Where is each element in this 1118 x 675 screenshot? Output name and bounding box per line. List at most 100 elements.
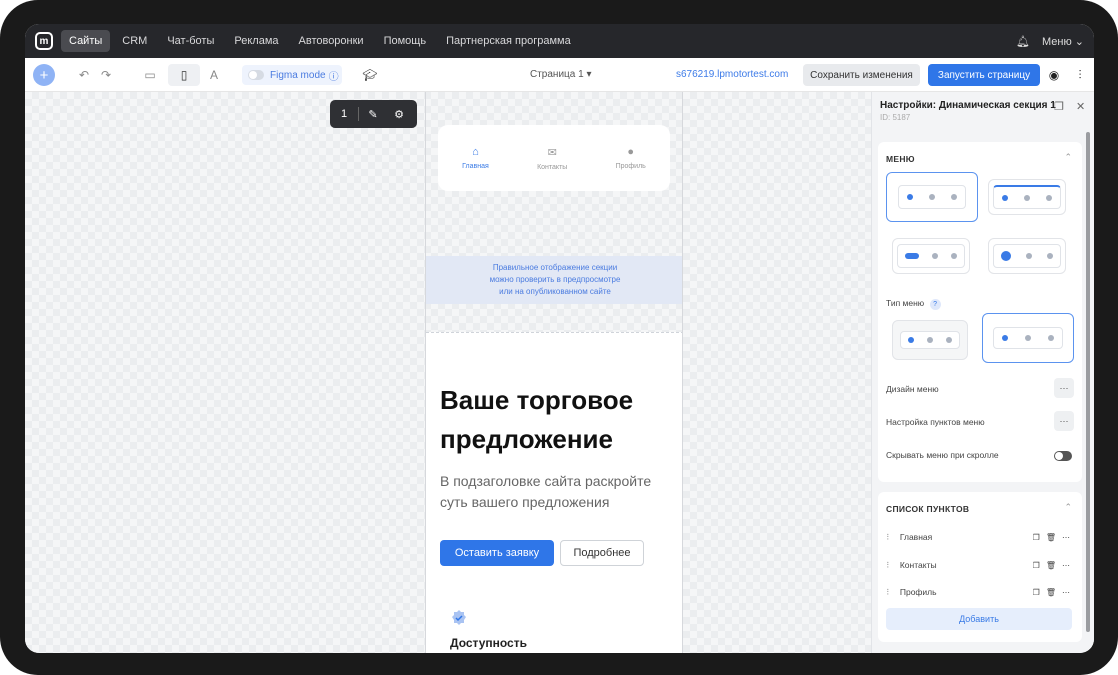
nav-chatbots[interactable]: Чат-боты [159,30,222,52]
nav-help[interactable]: Помощь [376,30,435,52]
top-navigation: m Сайты CRM Чат-боты Реклама Автоворонки… [25,24,1094,58]
close-icon[interactable]: ✕ [1076,100,1085,113]
notice-line: или на опубликованном сайте [499,287,611,296]
request-button[interactable]: Оставить заявку [440,540,554,566]
preview-menu: ⌂ Главная ✉ Контакты ● Профиль [438,125,670,191]
home-icon: ⌂ [472,146,479,158]
preview-menu-item-home[interactable]: ⌂ Главная [462,146,489,170]
page-selector[interactable]: Страница 1 ▾ [530,69,591,80]
save-changes-button[interactable]: Сохранить изменения [803,64,920,86]
items-list-card: СПИСОК ПУНКТОВ ⌃ ⠇ Главная ❐🗑︎⋯ ⠇ Контак… [878,492,1082,642]
design-menu-label: Дизайн меню [886,384,939,394]
nav-autofunnels[interactable]: Автоворонки [291,30,372,52]
chevron-up-icon[interactable]: ⌃ [1064,502,1072,513]
academy-icon[interactable]: 🎓︎ [361,66,379,84]
hero-heading[interactable]: Ваше торговое предложение [440,381,675,459]
list-item-actions[interactable]: ❐🗑︎⋯ [1033,533,1076,542]
nav-sites[interactable]: Сайты [61,30,111,52]
figma-switch[interactable] [248,70,264,80]
mobile-preview: ⌂ Главная ✉ Контакты ● Профиль Правильно… [425,92,683,653]
section-id: ID: 5187 [880,113,911,122]
page-label: Страница 1 [530,69,584,80]
panel-scrollbar[interactable] [1086,132,1090,632]
drag-handle-icon[interactable]: ⠇ [886,561,892,570]
nav-partner[interactable]: Партнерская программа [438,30,579,52]
mobile-view-icon[interactable]: ▯ [168,64,200,86]
list-section-heading: СПИСОК ПУНКТОВ [886,504,970,514]
menu-style-option-1[interactable] [886,172,978,222]
feature-title: Доступность [450,636,527,650]
copy-icon[interactable]: ❐ [1054,100,1064,113]
items-setup-label: Настройка пунктов меню [886,417,985,427]
text-style-icon[interactable]: A [205,66,223,84]
menu-type-label: Тип меню ? [886,298,941,310]
settings-sliders-icon[interactable]: ⫶ [1071,66,1089,84]
settings-panel: Настройки: Динамическая секция 1 ID: 518… [871,92,1094,653]
menu-item-label: Контакты [537,163,568,171]
editor-toolbar: + ↶ ↷ ▭ ▯ A Figma mode ⓘ 🎓︎ Страница 1 ▾… [25,58,1094,92]
screen: m Сайты CRM Чат-боты Реклама Автоворонки… [25,24,1094,653]
menu-style-option-2[interactable] [988,179,1066,215]
eye-icon[interactable]: ◉ [1045,66,1063,84]
hide-on-scroll-toggle[interactable] [1054,451,1072,461]
nav-ads[interactable]: Реклама [226,30,286,52]
figma-label: Figma mode [270,69,326,81]
notice-line: Правильное отображение секции [492,263,618,272]
help-icon[interactable]: ? [929,299,941,310]
menu-label: Меню [1041,35,1072,48]
user-icon: ● [627,146,635,158]
editor-canvas[interactable]: 1 ✎ ⚙ ⌂ Главная ✉ Контакты ● Профиль Пра… [25,92,871,653]
launch-page-button[interactable]: Запустить страницу [928,64,1040,86]
add-block-button[interactable]: + [33,64,55,86]
add-item-button[interactable]: Добавить [886,608,1072,630]
redo-icon[interactable]: ↷ [97,66,115,84]
section-floating-toolbar: 1 ✎ ⚙ [330,100,417,128]
list-item-label: Профиль [899,587,937,597]
drag-handle-icon[interactable]: ⠇ [886,533,892,542]
figma-mode-toggle[interactable]: Figma mode ⓘ [242,65,342,85]
undo-icon[interactable]: ↶ [75,66,93,84]
info-icon: ⓘ [328,71,339,83]
more-button[interactable]: Подробнее [560,540,644,566]
list-item[interactable]: ⠇ Главная ❐🗑︎⋯ [886,528,1076,546]
app-logo[interactable]: m [35,32,53,50]
list-item-actions[interactable]: ❐🗑︎⋯ [1033,588,1076,597]
list-item[interactable]: ⠇ Контакты ❐🗑︎⋯ [886,556,1076,574]
nav-crm[interactable]: CRM [114,30,155,52]
hide-on-scroll-label: Скрывать меню при скролле [886,450,999,460]
preview-notice: Правильное отображение секции можно пров… [426,256,682,304]
preview-menu-item-profile[interactable]: ● Профиль [616,146,646,170]
list-item[interactable]: ⠇ Профиль ❐🗑︎⋯ [886,583,1076,601]
check-badge-icon [452,610,466,625]
items-setup-button[interactable]: ⋯ [1054,411,1074,431]
site-hero-section[interactable]: Ваше торговое предложение В подзаголовке… [426,332,682,653]
chevron-up-icon[interactable]: ⌃ [1064,152,1072,163]
mail-icon: ✉ [547,146,557,159]
menu-item-label: Профиль [615,163,646,170]
menu-type-option-2[interactable] [982,313,1074,363]
edit-icon[interactable]: ✎ [359,108,387,121]
desktop-view-icon[interactable]: ▭ [141,66,159,84]
notice-line: можно проверить в предпросмотре [489,275,621,284]
hero-subheading[interactable]: В подзаголовке сайта раскройте суть ваше… [440,471,675,513]
menu-style-option-4[interactable] [988,238,1066,274]
site-url-link[interactable]: s676219.lpmotortest.com [676,69,788,80]
menu-dropdown[interactable]: Меню ⌄ [1042,35,1084,48]
chevron-down-icon: ⌄ [1074,35,1084,48]
list-item-label: Контакты [899,560,937,570]
panel-title: Настройки: Динамическая секция 1 [880,100,1056,111]
drag-handle-icon[interactable]: ⠇ [886,588,892,597]
menu-type-option-1[interactable] [892,320,968,360]
menu-style-option-3[interactable] [892,238,970,274]
bell-icon[interactable]: 🔔︎ [1016,35,1030,48]
gear-icon[interactable]: ⚙ [387,108,411,121]
section-number: 1 [340,108,348,120]
preview-menu-item-contacts[interactable]: ✉ Контакты [537,146,567,171]
list-item-actions[interactable]: ❐🗑︎⋯ [1033,561,1076,570]
menu-section-heading: МЕНЮ [886,154,915,164]
menu-settings-card: МЕНЮ ⌃ Тип меню ? Дизайн меню ⋯ Настройк… [878,142,1082,482]
menu-type-text: Тип меню [886,298,925,308]
device-frame: m Сайты CRM Чат-боты Реклама Автоворонки… [0,0,1118,675]
menu-item-label: Главная [462,163,489,170]
design-menu-button[interactable]: ⋯ [1054,378,1074,398]
